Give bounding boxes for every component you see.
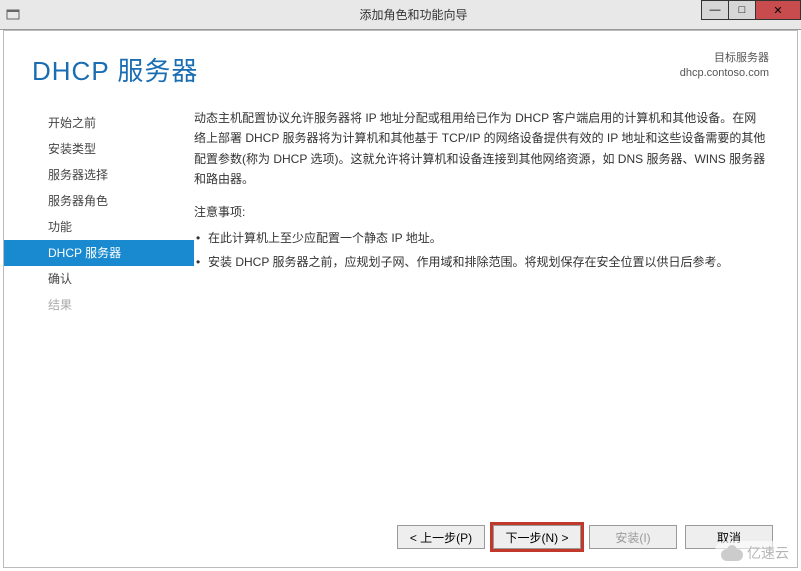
content-panel: 动态主机配置协议允许服务器将 IP 地址分配或租用给已作为 DHCP 客户端启用… — [194, 108, 777, 318]
nav-server-roles[interactable]: 服务器角色 — [4, 188, 194, 214]
main-area: 开始之前 安装类型 服务器选择 服务器角色 功能 DHCP 服务器 确认 结果 … — [4, 98, 797, 318]
nav-results: 结果 — [4, 292, 194, 318]
description-text: 动态主机配置协议允许服务器将 IP 地址分配或租用给已作为 DHCP 客户端启用… — [194, 108, 767, 190]
wizard-frame: DHCP 服务器 目标服务器 dhcp.contoso.com 开始之前 安装类… — [3, 30, 798, 568]
minimize-button[interactable]: — — [701, 0, 729, 20]
close-button[interactable]: ✕ — [755, 0, 801, 20]
notice-list: 在此计算机上至少应配置一个静态 IP 地址。 安装 DHCP 服务器之前，应规划… — [194, 228, 767, 273]
title-bar: 添加角色和功能向导 — □ ✕ — [0, 0, 801, 30]
nav-before-you-begin[interactable]: 开始之前 — [4, 110, 194, 136]
watermark-text: 亿速云 — [747, 543, 789, 563]
next-button[interactable]: 下一步(N) > — [493, 525, 581, 549]
nav-features[interactable]: 功能 — [4, 214, 194, 240]
nav-confirmation[interactable]: 确认 — [4, 266, 194, 292]
install-button: 安装(I) — [589, 525, 677, 549]
header: DHCP 服务器 目标服务器 dhcp.contoso.com — [4, 31, 797, 98]
nav-installation-type[interactable]: 安装类型 — [4, 136, 194, 162]
list-item: 安装 DHCP 服务器之前，应规划子网、作用域和排除范围。将规划保存在安全位置以… — [194, 252, 767, 272]
window-controls: — □ ✕ — [702, 0, 801, 22]
watermark: 亿速云 — [715, 541, 795, 565]
window-title: 添加角色和功能向导 — [26, 6, 801, 23]
notice-heading: 注意事项: — [194, 202, 767, 222]
target-value: dhcp.contoso.com — [680, 66, 769, 81]
cloud-icon — [721, 545, 743, 561]
nav-server-selection[interactable]: 服务器选择 — [4, 162, 194, 188]
wizard-nav: 开始之前 安装类型 服务器选择 服务器角色 功能 DHCP 服务器 确认 结果 — [4, 108, 194, 318]
list-item: 在此计算机上至少应配置一个静态 IP 地址。 — [194, 228, 767, 248]
target-server-info: 目标服务器 dhcp.contoso.com — [680, 51, 769, 82]
previous-button[interactable]: < 上一步(P) — [397, 525, 485, 549]
page-title: DHCP 服务器 — [32, 51, 198, 88]
maximize-button[interactable]: □ — [728, 0, 756, 20]
app-icon — [0, 8, 26, 22]
target-label: 目标服务器 — [680, 51, 769, 66]
nav-dhcp-server[interactable]: DHCP 服务器 — [4, 240, 194, 266]
